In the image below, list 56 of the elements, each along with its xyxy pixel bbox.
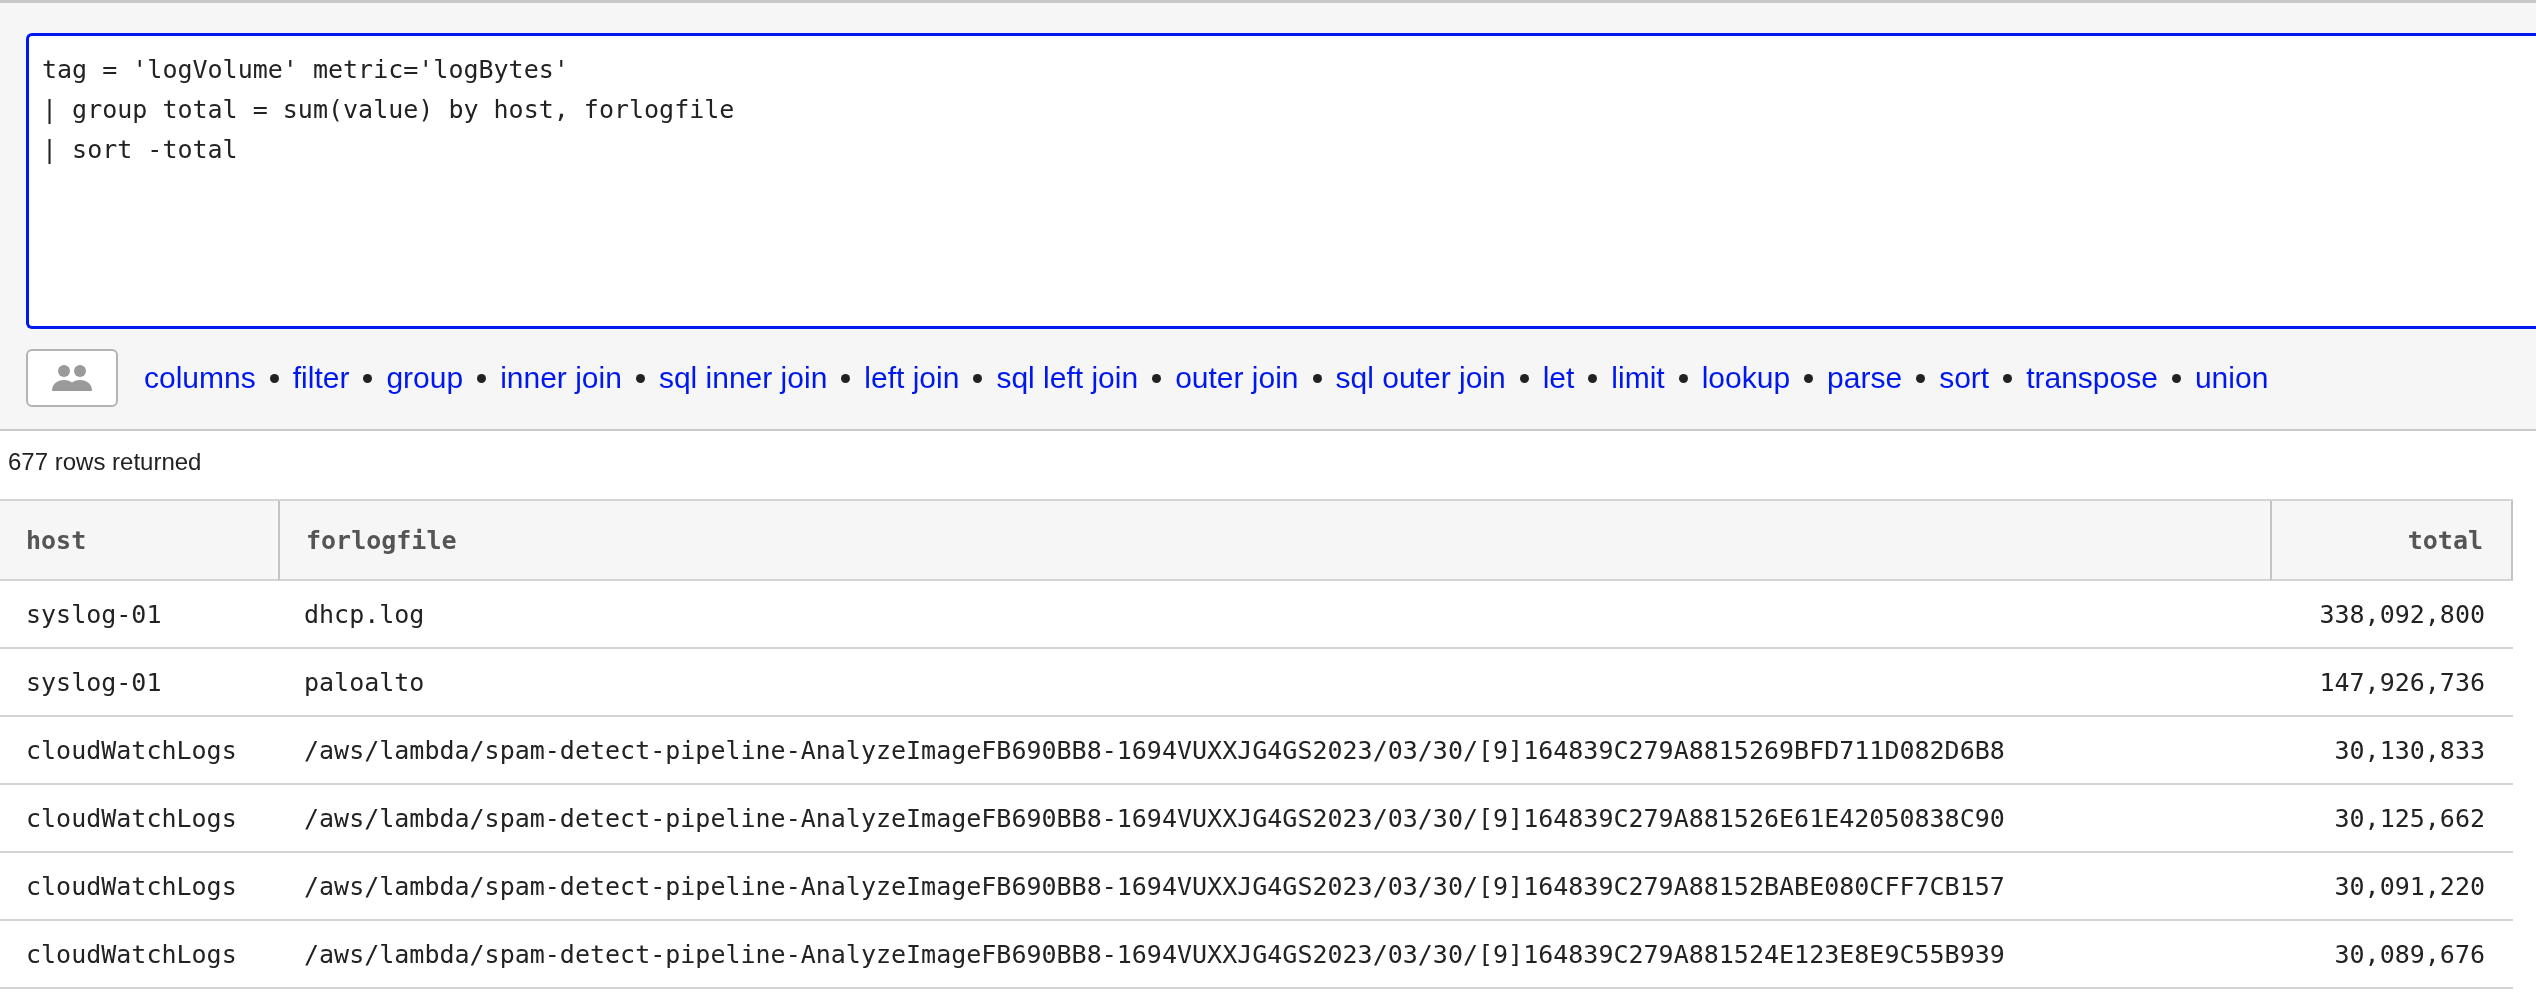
separator-dot [1519,373,1529,383]
users-button[interactable] [26,349,118,407]
table-cell: syslog-01 [0,649,278,717]
command-link[interactable]: left join [864,361,960,395]
separator-dot [2003,373,2013,383]
command-link[interactable]: filter [292,361,350,395]
users-icon [50,363,94,393]
table-cell: 30,089,676 [2270,921,2513,989]
separator-dot [1588,373,1598,383]
separator-dot [363,373,373,383]
separator-dot [1678,373,1688,383]
table-cell: cloudWatchLogs [0,853,278,921]
separator-dot [1804,373,1814,383]
table-cell: cloudWatchLogs [0,921,278,989]
command-link[interactable]: limit [1611,361,1665,395]
table-cell: 30,125,662 [2270,785,2513,853]
table-cell: 338,092,800 [2270,581,2513,649]
column-header[interactable]: host [0,501,278,581]
table-cell: cloudWatchLogs [0,717,278,785]
separator-dot [2171,373,2181,383]
command-link[interactable]: group [386,361,464,395]
command-link[interactable]: sql outer join [1335,361,1506,395]
table-cell: /aws/lambda/spam-detect-pipeline-AnalyzeImageFB690BB8-1694VUXXJG4GS2023/03/30/[9]164839C279A881526E61E42050838C90 [278,785,2270,853]
table-cell: cloudWatchLogs [0,785,278,853]
table-cell: dhcp.log [278,581,2270,649]
column-header[interactable]: total [2270,501,2513,581]
query-editor[interactable]: tag = 'logVolume' metric='logBytes' | group total = sum(value) by host, forlogfile | sort -total [26,33,2536,329]
table-cell: 30,091,220 [2270,853,2513,921]
separator-dot [973,373,983,383]
separator-dot [841,373,851,383]
table-cell: syslog-01 [0,581,278,649]
table-cell: paloalto [278,649,2270,717]
command-link[interactable]: inner join [500,361,622,395]
command-link[interactable]: sql inner join [658,361,828,395]
table-cell: 147,926,736 [2270,649,2513,717]
command-link[interactable]: sort [1939,361,1990,395]
separator-dot [635,373,645,383]
command-link[interactable]: parse [1827,361,1903,395]
command-link[interactable]: outer join [1175,361,1299,395]
separator-dot [269,373,279,383]
table-cell: /aws/lambda/spam-detect-pipeline-AnalyzeImageFB690BB8-1694VUXXJG4GS2023/03/30/[9]164839C279A8815269BFD711D082D6B8 [278,717,2270,785]
command-link[interactable]: union [2194,361,2269,395]
command-link[interactable]: columns [144,361,256,395]
column-header[interactable]: forlogfile [278,501,2270,581]
separator-dot [1312,373,1322,383]
separator-dot [1916,373,1926,383]
table-cell: 30,130,833 [2270,717,2513,785]
row-count: 677 rows returned [7,447,203,477]
command-link[interactable]: let [1542,361,1575,395]
separator-dot [477,373,487,383]
table-cell: /aws/lambda/spam-detect-pipeline-AnalyzeImageFB690BB8-1694VUXXJG4GS2023/03/30/[9]164839C279A881524E123E8E9C55B939 [278,921,2270,989]
command-link[interactable]: transpose [2026,361,2158,395]
command-link[interactable]: lookup [1701,361,1791,395]
command-link[interactable]: sql left join [996,361,1139,395]
separator-dot [1152,373,1162,383]
table-cell: /aws/lambda/spam-detect-pipeline-AnalyzeImageFB690BB8-1694VUXXJG4GS2023/03/30/[9]164839C279A88152BABE080CFF7CB157 [278,853,2270,921]
